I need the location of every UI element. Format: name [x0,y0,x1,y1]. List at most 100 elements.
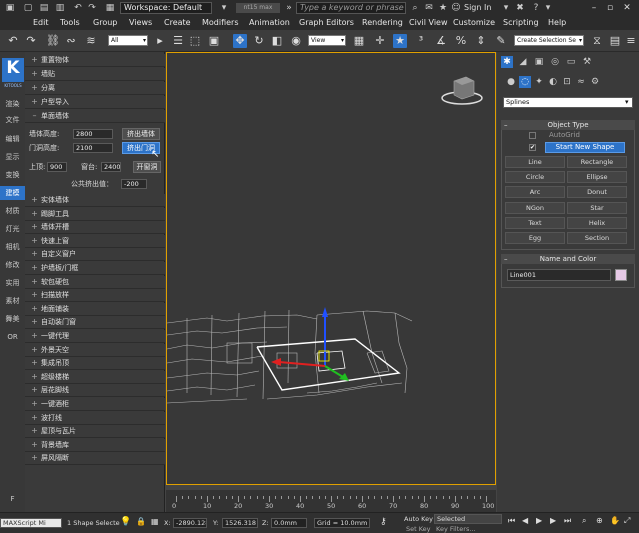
start-new-shape-button[interactable]: Start New Shape [545,142,625,153]
menu-animation[interactable]: Animation [249,17,290,29]
named-selection-dropdown[interactable]: Create Selection Se [514,35,584,46]
tab-render[interactable]: 渲染 [0,97,25,111]
go-to-end-icon[interactable]: ⏭ [564,516,571,526]
plugin-item-reset-object[interactable]: + 重置物体 [25,54,165,67]
plugin-item[interactable]: + 层花脚线 [25,384,165,398]
menu-views[interactable]: Views [129,17,152,29]
z-coordinate-input[interactable]: 0.0mm [271,518,307,528]
plugin-item[interactable]: + 快速上窗 [25,234,165,248]
shape-button-star[interactable]: Star [567,201,627,214]
maximize-viewport-icon[interactable]: ⤢ [624,516,630,526]
tab-display[interactable]: 显示 [0,150,25,164]
hierarchy-tab-icon[interactable]: ▣ [533,56,545,68]
door-height-input[interactable]: 2100 [73,143,113,153]
tab-light[interactable]: 灯光 [0,222,25,236]
tab-modify[interactable]: 修改 [0,258,25,272]
select-manipulate-icon[interactable]: ✛ [373,34,387,48]
shape-button-text[interactable]: Text [505,216,565,229]
search-icon[interactable]: ⌕ [409,2,421,14]
play-icon[interactable]: ▶ [536,516,542,526]
tab-edit[interactable]: 编辑 [0,132,25,146]
plugin-item[interactable]: + 屏风隔断 [25,452,165,466]
utilities-tab-icon[interactable]: ⚒ [581,56,593,68]
menu-modifiers[interactable]: Modifiers [202,17,239,29]
dropdown-chevron-icon[interactable]: ▾ [500,2,512,14]
set-key-button[interactable]: Set Key [406,524,431,533]
shape-button-ngon[interactable]: NGon [505,201,565,214]
plugin-item[interactable]: + 波打线 [25,411,165,425]
wall-height-input[interactable]: 2800 [73,129,113,139]
next-frame-icon[interactable]: ▶ [550,516,556,526]
tab-material[interactable]: 材质 [0,204,25,218]
plugin-item[interactable]: + 扫描放样 [25,289,165,303]
menu-create[interactable]: Create [164,17,191,29]
x-coordinate-input[interactable]: -2890.128 [173,518,207,528]
shape-button-egg[interactable]: Egg [505,232,565,244]
favorites-star-icon[interactable]: ★ [437,2,449,14]
space-warps-icon[interactable]: ≈ [575,76,587,88]
plugin-item[interactable]: + 屋顶与瓦片 [25,425,165,439]
common-extrude-input[interactable]: -200 [121,179,147,189]
place-object-icon[interactable]: ◉ [289,34,303,48]
extrude-wall-button[interactable]: 挤出墙体 [122,128,160,140]
plugin-item[interactable]: + 地面铺装 [25,302,165,316]
undo-icon[interactable]: ↶ [6,34,20,48]
mirror-icon[interactable]: ⧖ [590,34,604,48]
zoom-all-icon[interactable]: ⊕ [596,516,603,526]
plugin-item[interactable]: + 自动装门窗 [25,316,165,330]
percent-snap-icon[interactable]: % [454,34,468,48]
object-color-swatch[interactable] [615,269,627,281]
undo-icon[interactable]: ↶ [72,2,84,14]
menu-scripting[interactable]: Scripting [503,17,539,29]
timeline-track-bar[interactable]: 0 10 20 30 40 50 60 70 80 90 100 [166,490,496,512]
dropdown-chevron-icon[interactable]: ▾ [542,2,554,14]
maximize-icon[interactable]: ▫ [604,2,616,14]
name-color-rollout-header[interactable]: – Name and Color [501,254,635,264]
shape-category-dropdown[interactable]: Splines [503,97,633,108]
workspace-dropdown[interactable]: Workspace: Default [120,2,212,14]
chevron-right-icon[interactable]: » [283,2,295,14]
display-tab-icon[interactable]: ▭ [565,56,577,68]
plugin-item-floorplan-import[interactable]: + 户型导入 [25,96,165,109]
plugin-item[interactable]: + 护墙板/门框 [25,262,165,275]
selection-filter-dropdown[interactable]: All [108,35,148,46]
plugin-item[interactable]: + 实体墙体 [25,194,165,207]
plugin-item-single-wall[interactable]: – 单面墙体 [25,110,165,123]
shape-button-arc[interactable]: Arc [505,186,565,199]
open-file-icon[interactable]: ▤ [38,2,50,14]
sign-in-button[interactable]: Sign In [464,3,491,12]
go-to-start-icon[interactable]: ⏮ [508,516,515,526]
sill-input[interactable]: 2400 [101,162,121,172]
tab-stage[interactable]: 舞美 [0,312,25,326]
angle-snap-icon[interactable]: ∡ [434,34,448,48]
shape-button-donut[interactable]: Donut [567,186,627,199]
snaps-toggle-icon[interactable]: ³ [414,34,428,48]
save-file-icon[interactable]: ▥ [54,2,66,14]
app-menu-icon[interactable]: ▣ [4,2,16,14]
key-icon[interactable]: ⚷ [380,517,387,527]
shape-button-rectangle[interactable]: Rectangle [567,156,627,168]
y-coordinate-input[interactable]: 1526.318 [222,518,258,528]
pivot-center-icon[interactable]: ▦ [352,34,366,48]
plugin-item[interactable]: + 背景墙库 [25,438,165,452]
start-new-shape-checkbox[interactable]: ✔ [529,144,536,151]
auto-key-button[interactable]: Auto Key [404,514,433,524]
plugin-item[interactable]: + 外景天空 [25,343,165,357]
unlink-icon[interactable]: ∾ [64,34,78,48]
helpers-icon[interactable]: ⊡ [561,76,573,88]
shape-button-circle[interactable]: Circle [505,171,565,184]
object-type-rollout-header[interactable]: – Object Type [501,120,635,130]
shape-button-line[interactable]: Line [505,156,565,168]
shape-button-helix[interactable]: Helix [567,216,627,229]
menu-rendering[interactable]: Rendering [362,17,403,29]
exchange-apps-icon[interactable]: ✖ [514,2,526,14]
isolate-selection-icon[interactable]: 💡 [120,517,131,527]
search-input[interactable]: Type a keyword or phrase [296,2,406,14]
create-tab-icon[interactable]: ✱ [501,56,513,68]
modify-tab-icon[interactable]: ◢ [517,56,529,68]
move-gizmo[interactable] [271,307,349,381]
minimize-icon[interactable]: – [588,2,600,14]
perspective-viewport[interactable] [166,52,496,485]
redo-icon[interactable]: ↷ [86,2,98,14]
shape-button-section[interactable]: Section [567,232,627,244]
